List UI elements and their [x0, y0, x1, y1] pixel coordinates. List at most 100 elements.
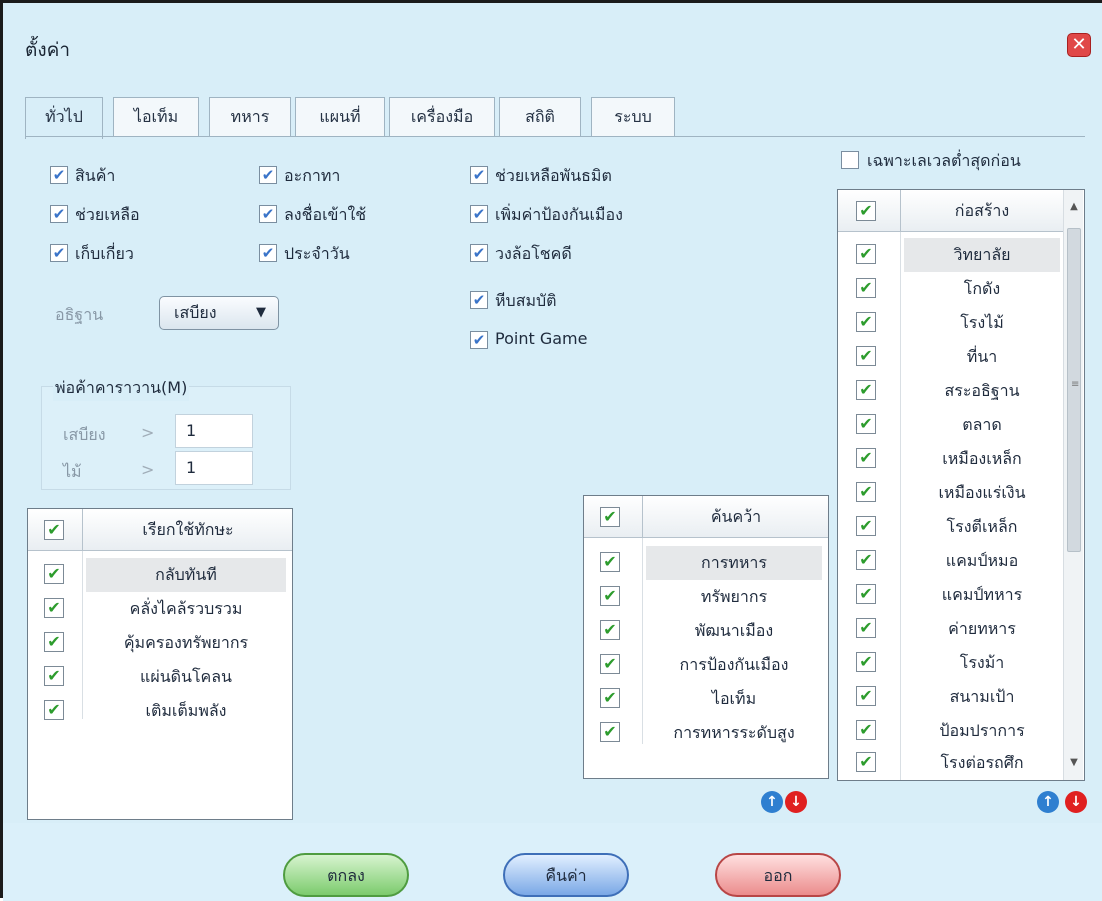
label-alliance-help: ช่วยเหลือพันธมิต [495, 166, 612, 185]
ok-button[interactable]: ตกลง [283, 853, 409, 897]
row-checkbox[interactable]: ✔ [856, 448, 876, 468]
row-checkbox[interactable]: ✔ [856, 312, 876, 332]
row-checkbox[interactable]: ✔ [600, 688, 620, 708]
row-checkbox[interactable]: ✔ [856, 346, 876, 366]
research-label: การทหารระดับสูง [673, 723, 795, 742]
list-item[interactable]: ✔ การทหาร [584, 546, 828, 580]
label-lucky-wheel: วงล้อโชคดี [495, 244, 572, 263]
list-item[interactable]: ✔ ทรัพยากร [584, 580, 828, 614]
checkbox-treasure-chest[interactable]: ✔ [470, 291, 488, 309]
row-checkbox[interactable]: ✔ [44, 632, 64, 652]
row-checkbox[interactable]: ✔ [856, 482, 876, 502]
scroll-up-icon[interactable]: ▲ [1064, 190, 1084, 224]
list-item[interactable]: ✔ ป้อมปราการ [838, 714, 1062, 748]
row-checkbox[interactable]: ✔ [600, 620, 620, 640]
merchant-supply-input[interactable]: 1 [175, 414, 253, 448]
row-checkbox[interactable]: ✔ [856, 244, 876, 264]
wish-dropdown-value: เสบียง [174, 303, 217, 322]
row-checkbox[interactable]: ✔ [856, 720, 876, 740]
row-checkbox[interactable]: ✔ [600, 654, 620, 674]
research-move-up-icon[interactable]: ↑ [761, 791, 783, 813]
checkbox-point-game[interactable]: ✔ [470, 331, 488, 349]
build-move-up-icon[interactable]: ↑ [1037, 791, 1059, 813]
list-item[interactable]: ✔ แผ่นดินโคลน [28, 660, 292, 694]
list-item[interactable]: ✔ การทหารระดับสูง [584, 716, 828, 750]
row-checkbox[interactable]: ✔ [44, 598, 64, 618]
list-item[interactable]: ✔ เติมเต็มพลัง [28, 694, 292, 728]
checkbox-city-defense[interactable]: ✔ [470, 205, 488, 223]
list-item[interactable]: ✔ ไอเท็ม [584, 682, 828, 716]
label-harvest: เก็บเกี่ยว [75, 244, 134, 263]
list-item[interactable]: ✔ สระอธิฐาน [838, 374, 1062, 408]
tab-map[interactable]: แผนที่ [295, 97, 385, 137]
row-checkbox[interactable]: ✔ [44, 700, 64, 720]
row-checkbox[interactable]: ✔ [600, 552, 620, 572]
tab-general[interactable]: ทั่วไป [25, 97, 103, 139]
checkbox-daily[interactable]: ✔ [259, 244, 277, 262]
list-item[interactable]: ✔ โรงม้า [838, 646, 1062, 680]
list-item[interactable]: ✔ โรงไม้ [838, 306, 1062, 340]
row-checkbox[interactable]: ✔ [856, 516, 876, 536]
reset-button[interactable]: คืนค่า [503, 853, 629, 897]
row-checkbox[interactable]: ✔ [856, 752, 876, 772]
row-checkbox[interactable]: ✔ [600, 722, 620, 742]
row-checkbox[interactable]: ✔ [856, 550, 876, 570]
row-checkbox[interactable]: ✔ [856, 584, 876, 604]
row-checkbox[interactable]: ✔ [856, 652, 876, 672]
list-item[interactable]: ✔ คลั่งไคล้รวบรวม [28, 592, 292, 626]
list-item[interactable]: ✔ โรงต่อรถศึก [838, 746, 1062, 780]
list-item[interactable]: ✔ วิทยาลัย [838, 238, 1062, 272]
row-checkbox[interactable]: ✔ [856, 278, 876, 298]
checkbox-agatha[interactable]: ✔ [259, 166, 277, 184]
row-checkbox[interactable]: ✔ [856, 380, 876, 400]
row-checkbox[interactable]: ✔ [44, 666, 64, 686]
exit-button[interactable]: ออก [715, 853, 841, 897]
build-header-checkbox[interactable]: ✔ [856, 201, 876, 221]
scroll-thumb[interactable]: ≡ [1067, 228, 1081, 552]
checkbox-alliance-help[interactable]: ✔ [470, 166, 488, 184]
list-item[interactable]: ✔ โกดัง [838, 272, 1062, 306]
row-checkbox[interactable]: ✔ [856, 414, 876, 434]
skill-label: คุ้มครองทรัพยากร [123, 633, 249, 652]
checkbox-checkin[interactable]: ✔ [259, 205, 277, 223]
research-label: การป้องกันเมือง [679, 655, 789, 674]
label-help: ช่วยเหลือ [75, 205, 140, 224]
list-item[interactable]: ✔ แคมป์หมอ [838, 544, 1062, 578]
wish-dropdown[interactable]: เสบียง ▼ [159, 296, 279, 330]
list-item[interactable]: ✔ ค่ายทหาร [838, 612, 1062, 646]
build-scrollbar[interactable]: ▲ ≡ ▼ [1063, 190, 1083, 780]
list-item[interactable]: ✔ เหมืองแร่เงิน [838, 476, 1062, 510]
research-header-checkbox[interactable]: ✔ [600, 507, 620, 527]
list-item[interactable]: ✔ ที่นา [838, 340, 1062, 374]
list-item[interactable]: ✔ แคมป์ทหาร [838, 578, 1062, 612]
list-item[interactable]: ✔ ตลาด [838, 408, 1062, 442]
list-item[interactable]: ✔ คุ้มครองทรัพยากร [28, 626, 292, 660]
checkbox-lowest-level-first[interactable]: ✔ [841, 151, 859, 169]
close-icon[interactable]: ✕ [1067, 33, 1091, 57]
list-item[interactable]: ✔ โรงตีเหล็ก [838, 510, 1062, 544]
research-move-down-icon[interactable]: ↓ [785, 791, 807, 813]
tab-soldiers[interactable]: ทหาร [209, 97, 291, 137]
tab-tools[interactable]: เครื่องมือ [389, 97, 495, 137]
checkbox-goods[interactable]: ✔ [50, 166, 68, 184]
row-checkbox[interactable]: ✔ [856, 686, 876, 706]
checkbox-lucky-wheel[interactable]: ✔ [470, 244, 488, 262]
list-item[interactable]: ✔ การป้องกันเมือง [584, 648, 828, 682]
tab-system[interactable]: ระบบ [591, 97, 675, 137]
list-item[interactable]: ✔ สนามเป้า [838, 680, 1062, 714]
skills-header-checkbox[interactable]: ✔ [44, 520, 64, 540]
row-checkbox[interactable]: ✔ [600, 586, 620, 606]
tab-items[interactable]: ไอเท็ม [113, 97, 199, 137]
checkbox-harvest[interactable]: ✔ [50, 244, 68, 262]
row-checkbox[interactable]: ✔ [44, 564, 64, 584]
build-move-down-icon[interactable]: ↓ [1065, 791, 1087, 813]
row-checkbox[interactable]: ✔ [856, 618, 876, 638]
build-label: เหมืองเหล็ก [942, 449, 1022, 468]
list-item[interactable]: ✔ เหมืองเหล็ก [838, 442, 1062, 476]
merchant-wood-input[interactable]: 1 [175, 451, 253, 485]
scroll-down-icon[interactable]: ▼ [1064, 746, 1084, 780]
tab-stats[interactable]: สถิติ [499, 97, 581, 137]
checkbox-help[interactable]: ✔ [50, 205, 68, 223]
list-item[interactable]: ✔ พัฒนาเมือง [584, 614, 828, 648]
list-item[interactable]: ✔ กลับทันที [28, 558, 292, 592]
